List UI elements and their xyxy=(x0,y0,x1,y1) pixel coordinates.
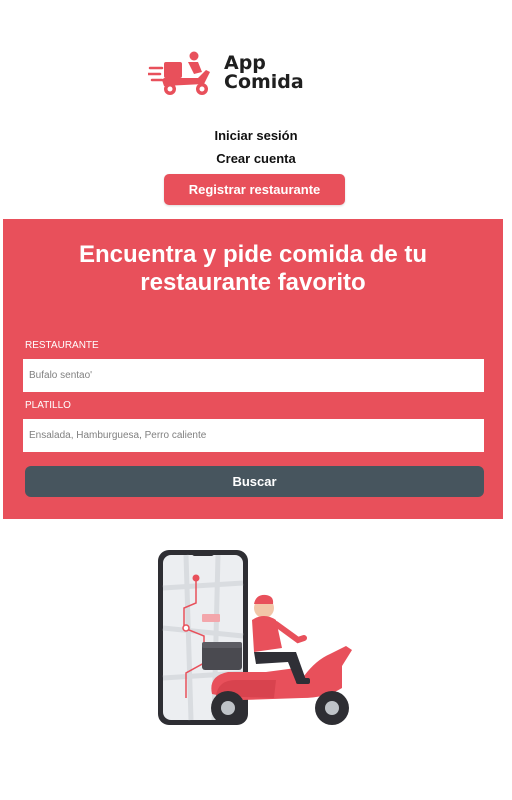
dish-label: PLATILLO xyxy=(25,400,71,411)
search-button[interactable]: Buscar xyxy=(25,466,484,497)
dish-input[interactable] xyxy=(23,419,484,452)
search-hero: Encuentra y pide comida de tu restaurant… xyxy=(3,219,503,519)
restaurant-label: RESTAURANTE xyxy=(25,340,99,351)
register-restaurant-button[interactable]: Registrar restaurante xyxy=(164,174,345,205)
app-name: App Comida xyxy=(224,54,304,92)
app-logo[interactable]: App Comida xyxy=(148,48,304,98)
login-link[interactable]: Iniciar sesión xyxy=(0,128,512,143)
restaurant-input[interactable] xyxy=(23,359,484,392)
delivery-scooter-logo-icon xyxy=(148,51,210,95)
phone-delivery-scooter-illustration xyxy=(158,550,352,725)
hero-title: Encuentra y pide comida de tu restaurant… xyxy=(78,241,428,296)
create-account-link[interactable]: Crear cuenta xyxy=(0,151,512,166)
app-name-line2: Comida xyxy=(224,71,304,93)
